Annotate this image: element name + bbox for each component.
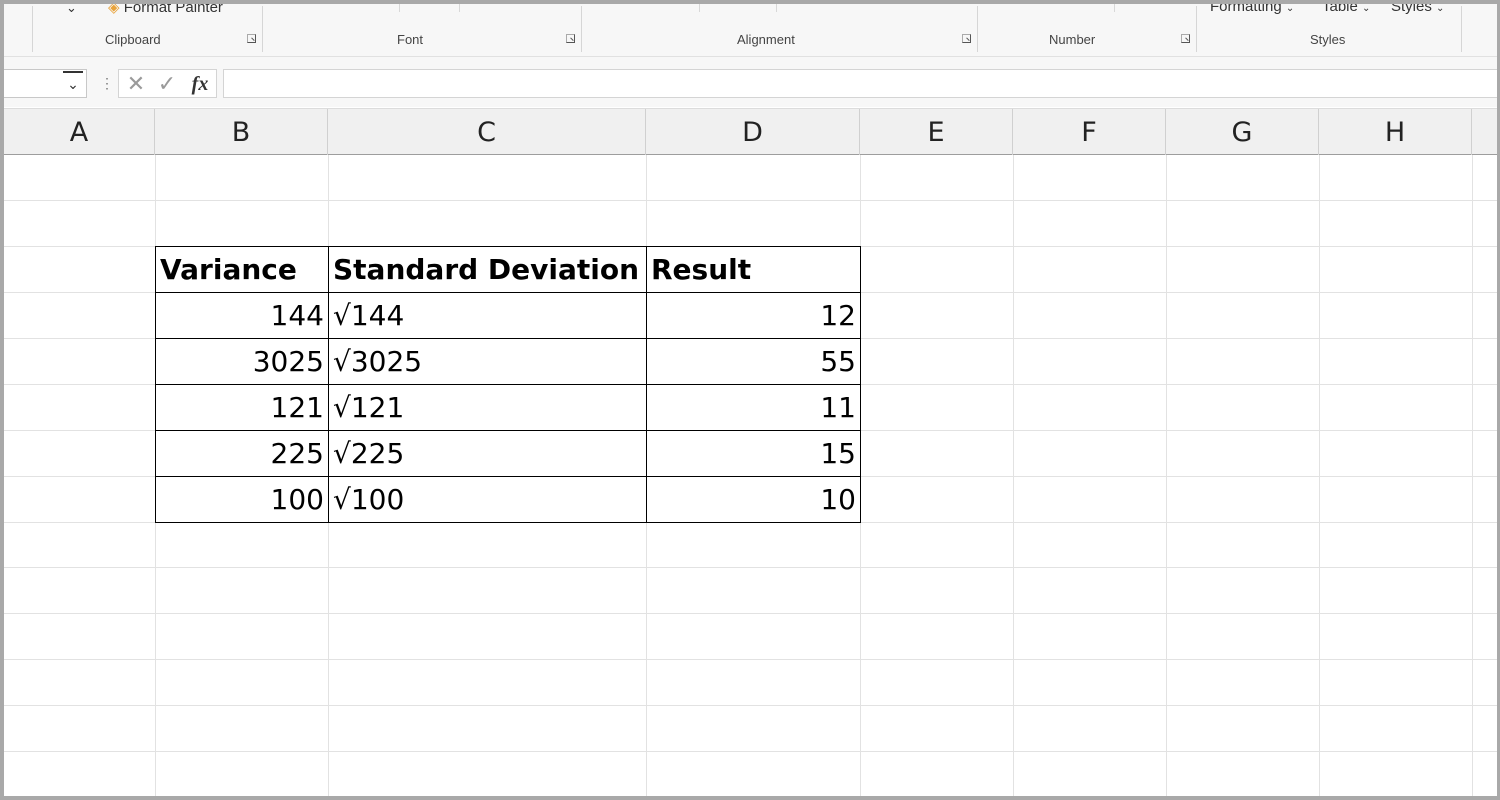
ribbon-divider	[699, 4, 700, 12]
ribbon: ⌄ ◈ Format Painter Formatting ⌄ Table ⌄ …	[4, 4, 1497, 57]
variance-cell[interactable]: 3025	[155, 338, 329, 385]
ribbon-divider	[399, 4, 400, 12]
column-header-row: A B C D E F G H	[4, 108, 1497, 155]
ribbon-group-separator	[262, 6, 263, 52]
standard-deviation-cell[interactable]: √225	[328, 430, 647, 477]
table-header-row: Variance Standard Deviation Result	[155, 246, 861, 293]
group-label-clipboard: Clipboard	[105, 32, 161, 47]
column-header-d[interactable]: D	[646, 109, 860, 155]
group-label-font: Font	[397, 32, 424, 47]
column-header-f[interactable]: F	[1013, 109, 1166, 155]
format-as-table-button[interactable]: Table ⌄	[1322, 0, 1371, 15]
gridline	[4, 613, 1497, 614]
header-cell-variance[interactable]: Variance	[155, 246, 329, 293]
group-label-alignment: Alignment	[737, 32, 795, 47]
column-header-h[interactable]: H	[1319, 109, 1472, 155]
column-header-g[interactable]: G	[1166, 109, 1319, 155]
ribbon-group-separator	[1461, 6, 1462, 52]
ribbon-group-separator	[581, 6, 582, 52]
gridline	[4, 659, 1497, 660]
formula-input[interactable]	[223, 69, 1497, 98]
variance-cell[interactable]: 144	[155, 292, 329, 339]
result-cell[interactable]: 12	[646, 292, 861, 339]
gridline	[4, 567, 1497, 568]
gridline	[1166, 155, 1167, 796]
column-header-b[interactable]: B	[155, 109, 328, 155]
dialog-launcher-icon[interactable]	[962, 34, 971, 43]
table-row: 3025 √3025 55	[155, 338, 861, 385]
ribbon-divider	[459, 4, 460, 12]
table-row: 144 √144 12	[155, 292, 861, 339]
variance-cell[interactable]: 225	[155, 430, 329, 477]
column-header-a[interactable]: A	[4, 109, 155, 155]
result-cell[interactable]: 10	[646, 476, 861, 523]
dialog-launcher-icon[interactable]	[1181, 34, 1190, 43]
chevron-down-icon: ⌄	[1436, 3, 1445, 14]
formula-buttons: ✕ ✓ fx	[118, 69, 217, 98]
format-painter-label: Format Painter	[123, 0, 223, 16]
ribbon-group-separator	[1196, 6, 1197, 52]
gridline	[1472, 155, 1473, 796]
header-cell-result[interactable]: Result	[646, 246, 861, 293]
group-label-number: Number	[1049, 32, 1096, 47]
excel-window: ⌄ ◈ Format Painter Formatting ⌄ Table ⌄ …	[0, 0, 1500, 800]
conditional-formatting-label: Formatting	[1210, 0, 1282, 15]
standard-deviation-cell[interactable]: √100	[328, 476, 647, 523]
ribbon-group-separator	[977, 6, 978, 52]
chevron-down-icon: ⌄	[1285, 3, 1295, 14]
standard-deviation-cell[interactable]: √3025	[328, 338, 647, 385]
header-cell-standard-deviation[interactable]: Standard Deviation	[328, 246, 647, 293]
standard-deviation-cell[interactable]: √121	[328, 384, 647, 431]
result-cell[interactable]: 15	[646, 430, 861, 477]
formula-bar-grip-icon[interactable]: ⋮	[100, 74, 114, 92]
format-as-table-label: Table	[1322, 0, 1358, 15]
ribbon-divider	[1114, 4, 1115, 12]
format-painter-icon: ◈	[108, 0, 120, 16]
table-row: 100 √100 10	[155, 476, 861, 523]
gridline	[1013, 155, 1014, 796]
group-label-styles: Styles	[1310, 32, 1346, 47]
dialog-launcher-icon[interactable]	[247, 34, 256, 43]
gridline	[1319, 155, 1320, 796]
format-painter-button[interactable]: ◈ Format Painter	[108, 0, 223, 16]
cell-styles-label: Styles	[1391, 0, 1432, 15]
standard-deviation-cell[interactable]: √144	[328, 292, 647, 339]
ribbon-divider	[776, 4, 777, 12]
gridline	[4, 751, 1497, 752]
gridline	[4, 797, 1500, 798]
table-row: 121 √121 11	[155, 384, 861, 431]
formula-bar: ⌄ ⋮ ✕ ✓ fx	[4, 57, 1497, 107]
table-row: 225 √225 15	[155, 430, 861, 477]
data-table: Variance Standard Deviation Result 144 √…	[155, 246, 861, 523]
conditional-formatting-button[interactable]: Formatting ⌄	[1210, 0, 1295, 15]
gridline	[4, 200, 1497, 201]
cell-styles-button[interactable]: Styles ⌄	[1391, 0, 1445, 15]
cancel-x-icon[interactable]: ✕	[123, 71, 149, 96]
name-box[interactable]: ⌄	[4, 69, 87, 98]
chevron-down-icon[interactable]: ⌄	[66, 4, 77, 16]
variance-cell[interactable]: 100	[155, 476, 329, 523]
insert-function-icon[interactable]: fx	[187, 72, 213, 96]
result-cell[interactable]: 11	[646, 384, 861, 431]
dialog-launcher-icon[interactable]	[566, 34, 575, 43]
result-cell[interactable]: 55	[646, 338, 861, 385]
confirm-check-icon[interactable]: ✓	[154, 71, 180, 96]
gridline	[4, 705, 1497, 706]
ribbon-group-separator	[32, 6, 33, 52]
variance-cell[interactable]: 121	[155, 384, 329, 431]
chevron-down-icon: ⌄	[1362, 3, 1371, 14]
column-header-e[interactable]: E	[860, 109, 1013, 155]
chevron-down-icon[interactable]: ⌄	[61, 71, 85, 96]
column-header-c[interactable]: C	[328, 109, 646, 155]
